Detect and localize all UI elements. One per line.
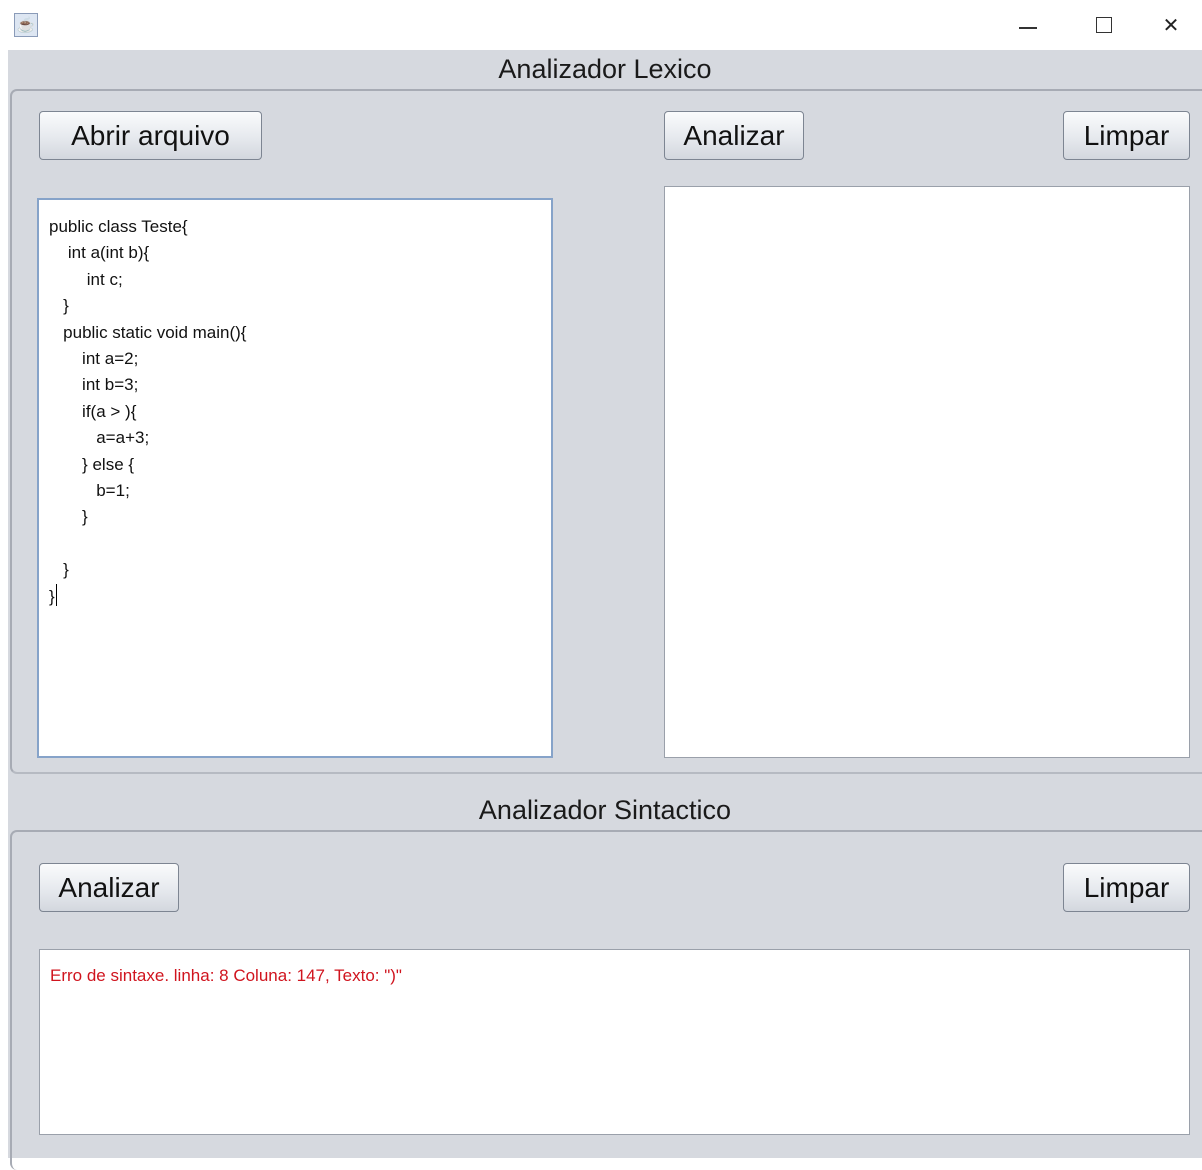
lexico-clear-button[interactable]: Limpar xyxy=(1063,111,1190,160)
sintactico-output-area[interactable]: Erro de sintaxe. linha: 8 Coluna: 147, T… xyxy=(39,949,1190,1135)
source-code-editor[interactable]: public class Teste{ int a(int b){ int c;… xyxy=(37,198,553,758)
minimize-button[interactable] xyxy=(990,0,1066,50)
syntax-error-message: Erro de sintaxe. linha: 8 Coluna: 147, T… xyxy=(50,966,402,985)
maximize-icon xyxy=(1096,17,1112,33)
sintactico-section-title: Analizador Sintactico xyxy=(478,795,732,825)
maximize-button[interactable] xyxy=(1066,0,1142,50)
close-button[interactable]: ✕ xyxy=(1140,0,1202,50)
source-code-text: public class Teste{ int a(int b){ int c;… xyxy=(49,217,247,606)
lexico-analyze-button[interactable]: Analizar xyxy=(664,111,804,160)
main-content: Analizador Lexico Abrir arquivo Analizar… xyxy=(8,50,1202,1170)
close-icon: ✕ xyxy=(1162,13,1180,37)
window-titlebar: ☕ ✕ xyxy=(0,0,1202,50)
minimize-icon xyxy=(1019,27,1037,29)
sintactico-clear-button[interactable]: Limpar xyxy=(1063,863,1190,912)
text-caret xyxy=(55,583,58,606)
sintactico-analyze-button[interactable]: Analizar xyxy=(39,863,179,912)
open-file-button[interactable]: Abrir arquivo xyxy=(39,111,262,160)
lexico-section-title: Analizador Lexico xyxy=(498,54,712,84)
java-coffee-cup-icon: ☕ xyxy=(14,13,38,37)
lexico-output-area[interactable] xyxy=(664,186,1190,758)
